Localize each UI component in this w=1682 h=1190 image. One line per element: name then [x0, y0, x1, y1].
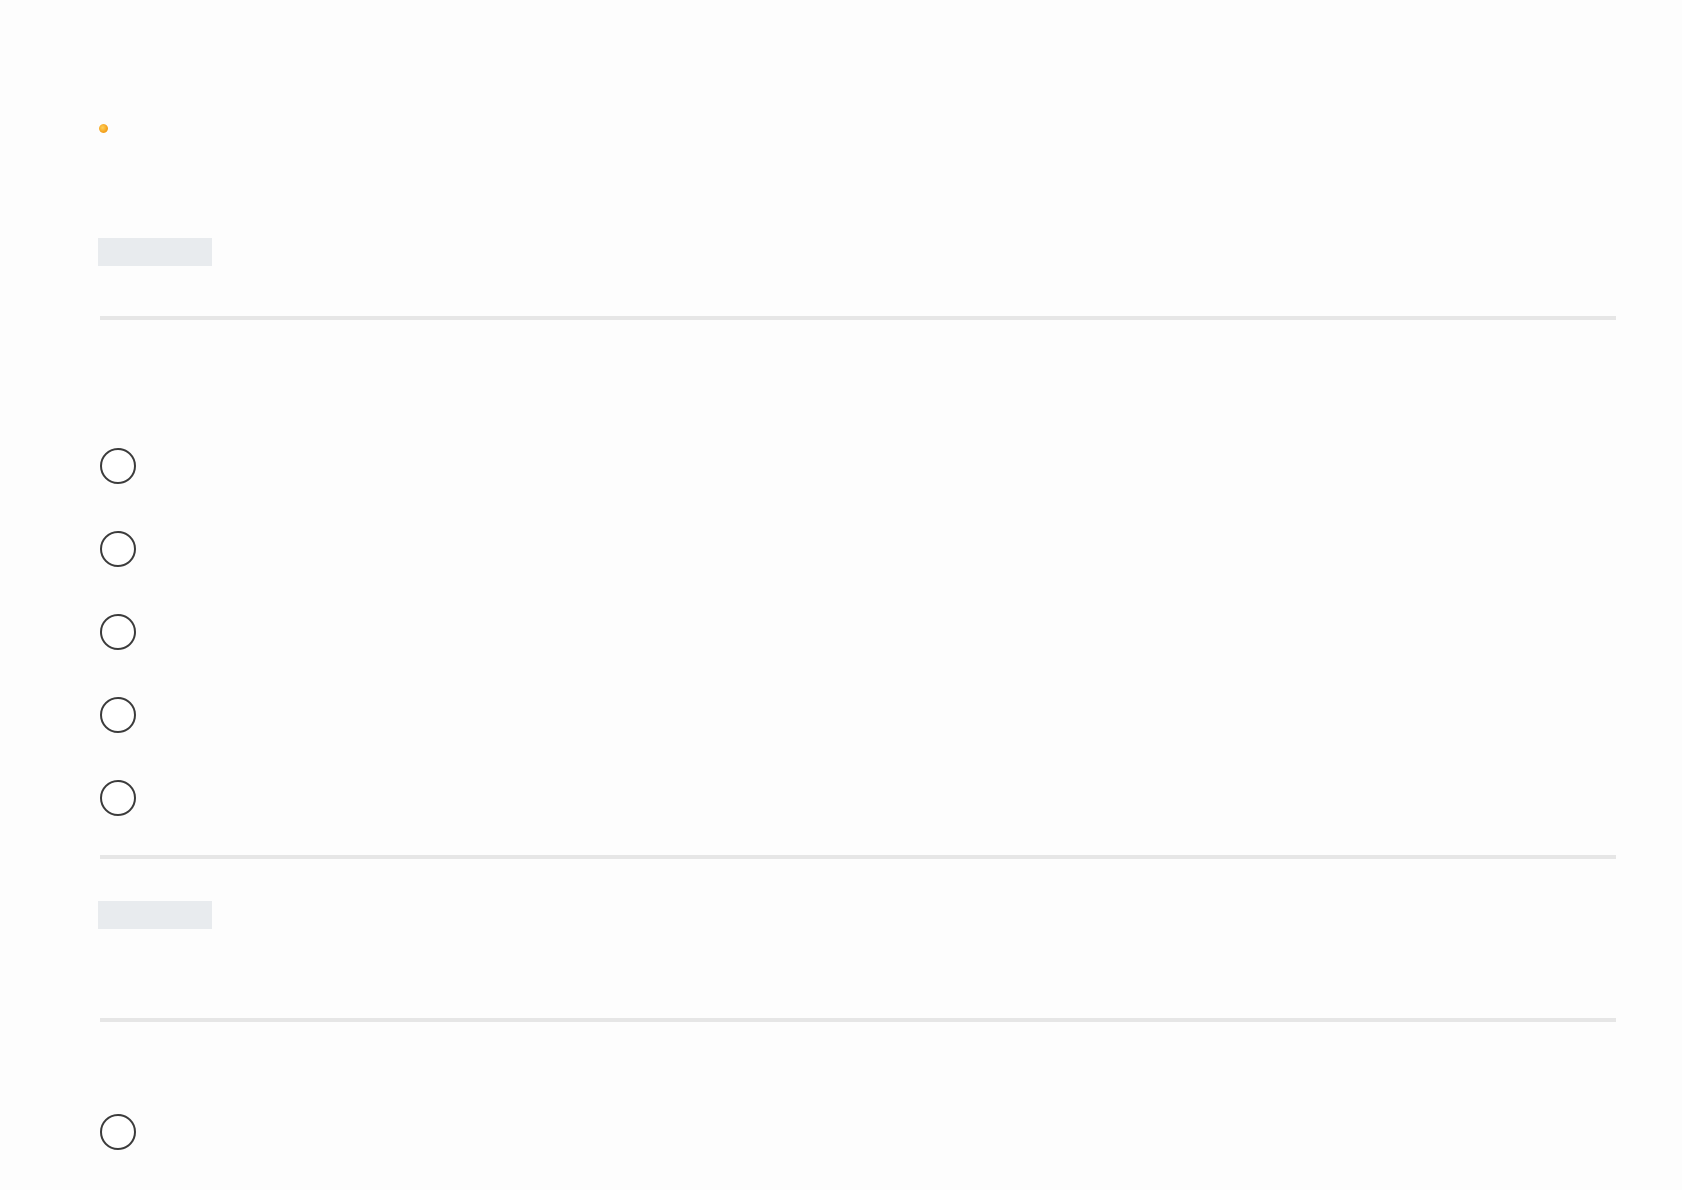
question-2-option-1-radio[interactable]: [100, 1114, 136, 1150]
question-2-divider: [100, 1018, 1616, 1022]
question-1-option-4-radio[interactable]: [100, 697, 136, 733]
question-1-label-placeholder: [98, 238, 212, 266]
survey-page: [0, 0, 1682, 1190]
section-divider: [100, 855, 1616, 859]
logo-dot-icon: [99, 124, 108, 133]
question-1-option-2-radio[interactable]: [100, 531, 136, 567]
question-1-divider: [100, 316, 1616, 320]
question-1-option-5-radio[interactable]: [100, 780, 136, 816]
question-1-option-3-radio[interactable]: [100, 614, 136, 650]
question-2-label-placeholder: [98, 901, 212, 929]
question-1-option-1-radio[interactable]: [100, 448, 136, 484]
